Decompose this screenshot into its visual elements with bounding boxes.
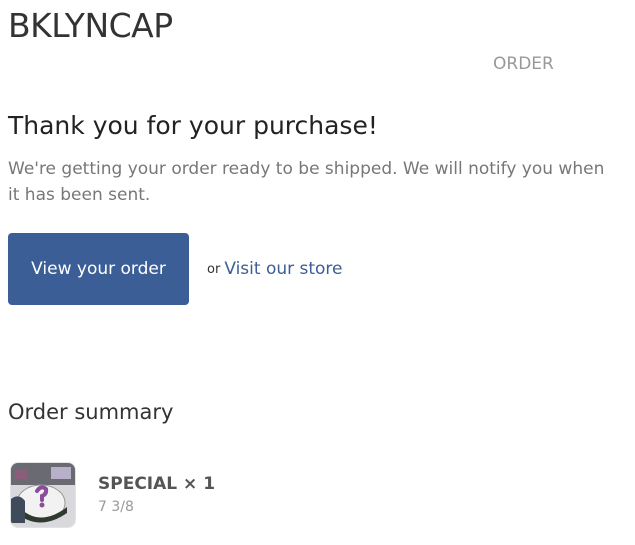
view-order-label: View your order bbox=[31, 259, 166, 279]
confirmation-title: Thank you for your purchase! bbox=[8, 111, 378, 140]
item-info: SPECIAL × 1 7 3/8 bbox=[98, 462, 215, 515]
product-thumbnail bbox=[10, 462, 76, 528]
order-summary-title: Order summary bbox=[8, 400, 174, 424]
item-variant: 7 3/8 bbox=[98, 499, 134, 515]
order-line-item: SPECIAL × 1 7 3/8 bbox=[10, 462, 215, 528]
view-order-button[interactable]: View your order bbox=[8, 233, 189, 305]
order-label: ORDER bbox=[493, 54, 554, 74]
confirmation-actions: View your order or Visit our store bbox=[8, 233, 343, 305]
shop-name[interactable]: BKLYNCAP bbox=[8, 6, 173, 45]
item-title: SPECIAL × 1 bbox=[98, 474, 216, 494]
or-text: or bbox=[207, 261, 221, 277]
visit-store-link[interactable]: Visit our store bbox=[224, 259, 342, 279]
confirmation-message: We're getting your order ready to be shi… bbox=[8, 159, 605, 205]
cap-image-icon bbox=[11, 463, 75, 527]
